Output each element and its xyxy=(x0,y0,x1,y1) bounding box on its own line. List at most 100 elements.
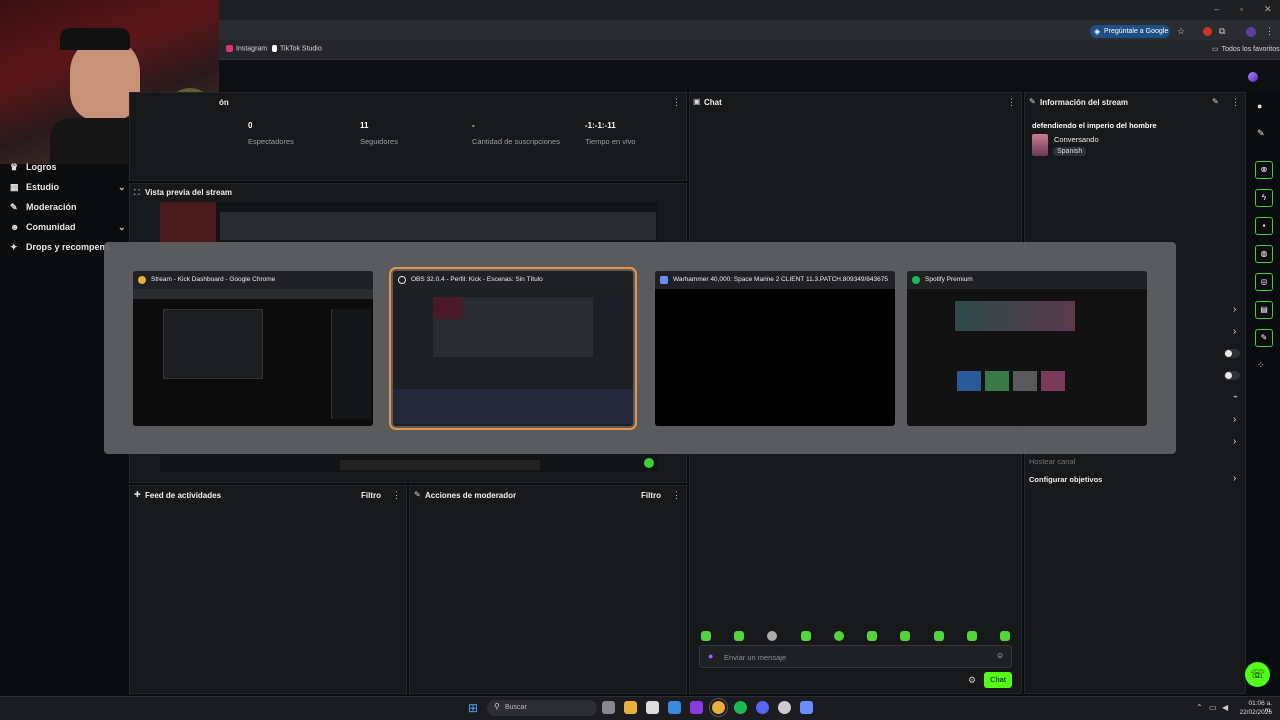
emote-icon[interactable] xyxy=(934,631,944,641)
activity-icon: ✚ xyxy=(134,490,141,499)
gift-icon: ✦ xyxy=(10,242,18,252)
switcher-window-warhammer[interactable]: Warhammer 40,000: Space Marine 2 CLIENT … xyxy=(655,271,895,426)
chat-kebab-icon[interactable]: ⋮ xyxy=(1007,97,1016,108)
maximize-icon[interactable]: ▫ xyxy=(1240,4,1243,14)
switcher-window-chrome[interactable]: Stream - Kick Dashboard - Google Chrome xyxy=(133,271,373,426)
chart-icon[interactable]: ⌁ xyxy=(1233,392,1238,401)
toggle-switch[interactable] xyxy=(1224,371,1240,380)
switcher-window-spotify[interactable]: Spotify Premium xyxy=(907,271,1147,426)
wrench-icon: ✎ xyxy=(1029,97,1036,106)
instagram-icon xyxy=(226,45,233,52)
activity-kebab-icon[interactable]: ⋮ xyxy=(392,490,401,501)
stat-subs-value: - xyxy=(472,121,475,130)
people-icon: ☻ xyxy=(10,222,20,232)
windows-start-icon[interactable]: ⊞ xyxy=(468,701,478,715)
emote-icon[interactable] xyxy=(701,631,711,641)
chat-send-button[interactable]: Chat xyxy=(984,672,1012,688)
support-chat-button[interactable]: ☏ xyxy=(1245,662,1270,687)
edit-pencil-icon[interactable]: ✎ xyxy=(1212,97,1219,106)
app-icon[interactable] xyxy=(690,701,703,714)
configure-goals-item[interactable]: Configurar objetivos xyxy=(1029,475,1102,484)
microphone-icon[interactable]: ● xyxy=(708,651,713,661)
mod-actions-title: Acciones de moderador xyxy=(425,491,517,500)
taskbar-date[interactable]: 22/02/2026 xyxy=(1236,709,1272,716)
sidebar-item-moderacion[interactable]: ✎ Moderación xyxy=(10,202,77,213)
stats-kebab-icon[interactable]: ⋮ xyxy=(672,97,681,108)
emote-icon[interactable] xyxy=(867,631,877,641)
chat-settings-gear-icon[interactable]: ⚙ xyxy=(968,675,976,686)
obs-icon xyxy=(398,276,406,284)
chrome-icon xyxy=(138,276,146,284)
activity-filter-button[interactable]: Filtro xyxy=(361,491,381,500)
mod-filter-button[interactable]: Filtro xyxy=(641,491,661,500)
more-icon[interactable]: ⁘ xyxy=(1257,360,1265,371)
edit-icon[interactable]: ✎ xyxy=(1257,128,1265,139)
profile-avatar[interactable] xyxy=(1246,27,1256,37)
rail-button-1[interactable]: ⊗ xyxy=(1255,161,1273,179)
emote-icon[interactable] xyxy=(834,631,844,641)
emote-icon[interactable] xyxy=(1000,631,1010,641)
sidebar-item-comunidad[interactable]: ☻ Comunidad ⌄ xyxy=(10,222,130,232)
extension-icon[interactable] xyxy=(1203,27,1212,36)
obs-icon[interactable] xyxy=(778,701,791,714)
emote-icon[interactable] xyxy=(734,631,744,641)
user-avatar[interactable] xyxy=(1248,72,1258,82)
bookmark-star-icon[interactable]: ☆ xyxy=(1177,26,1185,37)
emote-icon[interactable] xyxy=(767,631,777,641)
emote-icon[interactable] xyxy=(967,631,977,641)
chevron-down-icon[interactable]: ⌄ xyxy=(118,182,126,193)
rail-button-list[interactable]: ▤ xyxy=(1255,301,1273,319)
app-icon[interactable] xyxy=(668,701,681,714)
sidebar-item-drops[interactable]: ✦Drops y recompensas xyxy=(10,242,110,253)
stat-followers-label: Seguidores xyxy=(360,137,398,146)
chevron-right-icon[interactable]: › xyxy=(1233,436,1236,447)
browser-menu-icon[interactable]: ⋮ xyxy=(1265,26,1274,37)
tray-chevron-icon[interactable]: ⌃ xyxy=(1196,703,1203,712)
stream-info-kebab-icon[interactable]: ⋮ xyxy=(1231,97,1240,108)
sidebar-item-logros[interactable]: ♛ Logros xyxy=(10,162,57,173)
mod-kebab-icon[interactable]: ⋮ xyxy=(672,490,681,501)
info-icon[interactable]: ● xyxy=(1257,101,1262,111)
rail-button-chat[interactable]: ◍ xyxy=(1255,245,1273,263)
host-channel-item[interactable]: Hostear canal xyxy=(1029,457,1075,466)
volume-icon[interactable]: ◀ xyxy=(1222,703,1228,712)
switcher-window-obs[interactable]: OBS 32.0.4 - Perfil: Kick - Escenas: Sin… xyxy=(389,267,637,430)
discord-icon[interactable] xyxy=(756,701,769,714)
bookmark-instagram[interactable]: Instagram xyxy=(226,45,267,52)
rail-button-broadcast[interactable]: ◎ xyxy=(1255,273,1273,291)
all-favorites[interactable]: ▭ Todos los favoritos xyxy=(1212,45,1280,53)
file-explorer-icon[interactable] xyxy=(624,701,637,714)
preview-browser xyxy=(220,212,656,240)
bookmark-tiktok-studio[interactable]: TikTok Studio xyxy=(272,45,322,52)
rail-button-wrench[interactable]: ✎ xyxy=(1255,329,1273,347)
chevron-right-icon[interactable]: › xyxy=(1233,326,1236,337)
close-icon[interactable]: ✕ xyxy=(1264,4,1272,15)
taskbar-search[interactable]: ⚲ Buscar xyxy=(487,700,597,716)
wrench-icon: ✎ xyxy=(10,202,18,212)
chat-bubble-icon: ▣ xyxy=(693,97,701,106)
toggle-switch[interactable] xyxy=(1224,349,1240,358)
taskbar-search-placeholder: Buscar xyxy=(505,704,527,711)
ask-google-button[interactable]: ◈ Pregúntale a Google xyxy=(1090,25,1170,38)
task-view-icon[interactable] xyxy=(602,701,615,714)
rail-button-doc[interactable]: ▪ xyxy=(1255,217,1273,235)
chrome-icon[interactable] xyxy=(709,698,728,717)
chat-input[interactable]: ● Enviar un mensaje ☺ xyxy=(699,645,1012,668)
minimize-icon[interactable]: – xyxy=(1214,4,1219,14)
network-icon[interactable]: ▭ xyxy=(1209,703,1217,712)
preview-taskbar xyxy=(340,460,540,470)
warhammer-icon[interactable] xyxy=(800,701,813,714)
spotify-icon[interactable] xyxy=(734,701,747,714)
emote-icon[interactable] xyxy=(801,631,811,641)
sidebar-item-estudio[interactable]: ▦ Estudio ⌄ xyxy=(10,182,130,193)
emote-icon[interactable] xyxy=(900,631,910,641)
chevron-right-icon[interactable]: › xyxy=(1233,414,1236,425)
chevron-right-icon[interactable]: › xyxy=(1233,304,1236,315)
chevron-right-icon[interactable]: › xyxy=(1233,473,1236,484)
rail-button-lightning[interactable]: ϟ xyxy=(1255,189,1273,207)
preview-icon: ⛶ xyxy=(134,188,140,197)
emoji-icon[interactable]: ☺ xyxy=(996,651,1004,660)
store-icon[interactable] xyxy=(646,701,659,714)
extensions-puzzle-icon[interactable]: ⧉ xyxy=(1219,26,1225,37)
chevron-down-icon[interactable]: ⌄ xyxy=(118,222,126,233)
